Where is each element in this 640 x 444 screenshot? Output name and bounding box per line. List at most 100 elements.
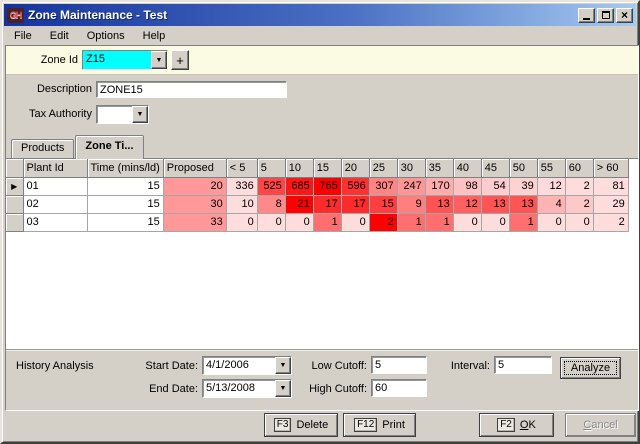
window-title: Zone Maintenance - Test [28, 8, 574, 22]
plant-id-cell[interactable]: 01 [23, 177, 87, 195]
histogram-cell[interactable]: 81 [593, 177, 628, 195]
time-cell[interactable]: 15 [87, 195, 163, 213]
interval-input[interactable] [494, 356, 552, 374]
grid-column-header: 60 [565, 159, 593, 177]
histogram-cell[interactable]: 307 [369, 177, 397, 195]
high-cutoff-label: High Cutoff: [301, 383, 367, 395]
histogram-cell[interactable]: 29 [593, 195, 628, 213]
add-zone-button[interactable]: + [171, 50, 189, 70]
zone-times-grid: Plant IdTime (mins/ld)Proposed< 55101520… [6, 159, 629, 232]
row-selector[interactable] [6, 195, 23, 213]
zone-id-dropdown-icon[interactable]: ▼ [151, 51, 167, 69]
cancel-button[interactable]: Cancel [565, 413, 636, 437]
histogram-cell[interactable]: 17 [341, 195, 369, 213]
end-date-combo[interactable]: 5/13/2008 ▼ [202, 379, 292, 398]
menu-file[interactable]: File [5, 29, 41, 43]
histogram-cell[interactable]: 1 [313, 213, 341, 231]
histogram-cell[interactable]: 1 [397, 213, 425, 231]
histogram-cell[interactable]: 170 [425, 177, 453, 195]
description-input[interactable] [96, 81, 287, 98]
histogram-cell[interactable]: 12 [537, 177, 565, 195]
tax-authority-combo[interactable]: ▼ [96, 105, 149, 124]
row-selector[interactable] [6, 213, 23, 231]
tax-authority-label: Tax Authority [6, 108, 92, 120]
histogram-cell[interactable]: 2 [593, 213, 628, 231]
plant-id-cell[interactable]: 02 [23, 195, 87, 213]
f3-keycap: F3 [274, 418, 292, 432]
ok-button[interactable]: F2 OK [479, 413, 554, 437]
maximize-button[interactable] [597, 8, 614, 23]
histogram-cell[interactable]: 39 [509, 177, 537, 195]
histogram-cell[interactable]: 2 [369, 213, 397, 231]
proposed-cell[interactable]: 30 [163, 195, 226, 213]
low-cutoff-input[interactable] [371, 356, 427, 374]
close-button[interactable]: × [616, 8, 633, 23]
histogram-cell[interactable]: 1 [425, 213, 453, 231]
histogram-cell[interactable]: 13 [509, 195, 537, 213]
histogram-cell[interactable]: 17 [313, 195, 341, 213]
histogram-cell[interactable]: 0 [537, 213, 565, 231]
histogram-cell[interactable]: 247 [397, 177, 425, 195]
menu-edit[interactable]: Edit [41, 29, 78, 43]
start-date-value: 4/1/2006 [203, 357, 275, 374]
histogram-cell[interactable]: 2 [565, 195, 593, 213]
proposed-cell[interactable]: 20 [163, 177, 226, 195]
histogram-cell[interactable]: 0 [257, 213, 285, 231]
histogram-cell[interactable]: 0 [565, 213, 593, 231]
grid-row: 021530108211717159131213134229 [6, 195, 628, 213]
time-cell[interactable]: 15 [87, 177, 163, 195]
minimize-icon [583, 18, 590, 20]
menu-help[interactable]: Help [134, 29, 175, 43]
histogram-cell[interactable]: 15 [369, 195, 397, 213]
tax-authority-dropdown-icon[interactable]: ▼ [132, 106, 148, 123]
f2-keycap: F2 [497, 418, 515, 432]
grid-corner-header [6, 159, 23, 177]
histogram-cell[interactable]: 765 [313, 177, 341, 195]
interval-label: Interval: [442, 360, 490, 372]
grid-column-header: 55 [537, 159, 565, 177]
end-date-dropdown-icon[interactable]: ▼ [275, 380, 291, 397]
tab-products[interactable]: Products [11, 139, 74, 159]
histogram-cell[interactable]: 1 [509, 213, 537, 231]
histogram-cell[interactable]: 0 [285, 213, 313, 231]
time-cell[interactable]: 15 [87, 213, 163, 231]
start-date-dropdown-icon[interactable]: ▼ [275, 357, 291, 374]
histogram-cell[interactable]: 54 [481, 177, 509, 195]
title-bar[interactable]: GH Zone Maintenance - Test × [4, 4, 636, 26]
minimize-button[interactable] [578, 8, 595, 23]
histogram-cell[interactable]: 0 [226, 213, 257, 231]
histogram-cell[interactable]: 525 [257, 177, 285, 195]
high-cutoff-input[interactable] [371, 379, 427, 397]
histogram-cell[interactable]: 2 [565, 177, 593, 195]
histogram-cell[interactable]: 13 [425, 195, 453, 213]
plant-id-cell[interactable]: 03 [23, 213, 87, 231]
row-selector[interactable]: ▶ [6, 177, 23, 195]
histogram-cell[interactable]: 0 [341, 213, 369, 231]
histogram-cell[interactable]: 596 [341, 177, 369, 195]
histogram-cell[interactable]: 9 [397, 195, 425, 213]
analyze-button[interactable]: Analyze [560, 357, 621, 379]
delete-button[interactable]: F3 Delete [264, 413, 338, 437]
histogram-cell[interactable]: 98 [453, 177, 481, 195]
zone-id-band: Zone Id Z15 ▼ + [6, 46, 638, 75]
histogram-cell[interactable]: 10 [226, 195, 257, 213]
histogram-cell[interactable]: 8 [257, 195, 285, 213]
tab-zone-times[interactable]: Zone Ti... [75, 135, 143, 159]
histogram-cell[interactable]: 4 [537, 195, 565, 213]
histogram-cell[interactable]: 0 [481, 213, 509, 231]
end-date-value: 5/13/2008 [203, 380, 275, 397]
histogram-cell[interactable]: 21 [285, 195, 313, 213]
histogram-cell[interactable]: 336 [226, 177, 257, 195]
print-button[interactable]: F12 Print [343, 413, 416, 437]
menu-options[interactable]: Options [78, 29, 134, 43]
proposed-cell[interactable]: 33 [163, 213, 226, 231]
histogram-cell[interactable]: 685 [285, 177, 313, 195]
zone-id-combo[interactable]: Z15 ▼ [82, 50, 168, 70]
start-date-combo[interactable]: 4/1/2006 ▼ [202, 356, 292, 375]
tab-strip: Products Zone Ti... [11, 135, 145, 159]
histogram-cell[interactable]: 13 [481, 195, 509, 213]
histogram-cell[interactable]: 0 [453, 213, 481, 231]
grid-column-header: 15 [313, 159, 341, 177]
histogram-cell[interactable]: 12 [453, 195, 481, 213]
low-cutoff-label: Low Cutoff: [301, 360, 367, 372]
